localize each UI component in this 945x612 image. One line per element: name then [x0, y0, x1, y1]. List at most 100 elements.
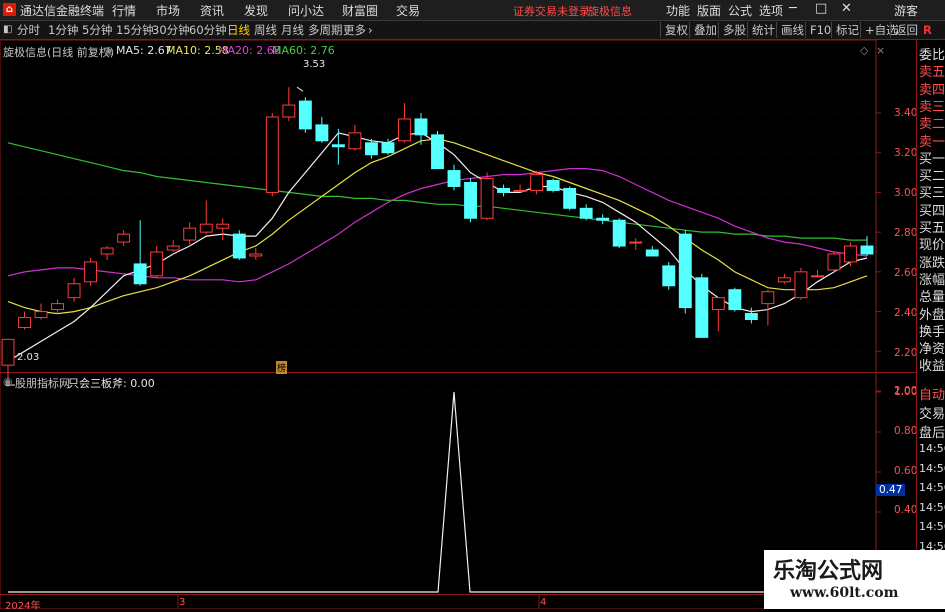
period-multi[interactable]: 多周期 — [308, 22, 343, 38]
maximize-icon[interactable]: □ — [815, 1, 827, 16]
quote-field-label: 换手 — [919, 324, 945, 340]
candle-body-up — [117, 233, 131, 243]
btn-duogu[interactable]: 多股 — [718, 22, 746, 38]
candle-body-up — [827, 253, 841, 271]
period-daily[interactable]: 日线 — [227, 22, 250, 38]
login-notice[interactable]: 证券交易未登录 — [513, 3, 590, 19]
menu-faxian[interactable]: 发现 — [244, 2, 268, 19]
candle-body-down — [596, 217, 610, 221]
period-60min[interactable]: 60分钟 — [189, 22, 227, 38]
candle-body-up — [794, 271, 808, 299]
diamond-icon[interactable]: ◇ — [860, 44, 868, 57]
quote-field-label: 卖二 — [919, 117, 945, 133]
sub-legend-toggle-icon[interactable]: ◉ — [3, 375, 13, 388]
sub-current-value: 0.47 — [876, 484, 906, 496]
trade-field-label[interactable]: 盘后 — [919, 422, 945, 441]
candle-body-up — [810, 275, 824, 278]
btn-fuquan[interactable]: 复权 — [660, 22, 688, 38]
candle-body-down — [579, 207, 593, 219]
menu-hangqing[interactable]: 行情 — [112, 2, 136, 19]
menu-caifuquan[interactable]: 财富圈 — [342, 2, 378, 19]
trade-field-label[interactable]: 自动 — [919, 384, 945, 403]
quote-field-label: 卖四 — [919, 82, 945, 98]
period-weekly[interactable]: 周线 — [254, 22, 277, 38]
candle-body-down — [678, 233, 692, 309]
menu-shichang[interactable]: 市场 — [156, 2, 180, 19]
candle-body-up — [67, 283, 81, 299]
trade-field-label[interactable]: 交易 — [919, 403, 945, 422]
x-label-month: 4 — [540, 597, 547, 608]
period-15min[interactable]: 15分钟 — [116, 22, 154, 38]
candle-body-up — [34, 311, 48, 319]
quote-field-label: 卖三 — [919, 99, 945, 115]
candle-body-down — [315, 124, 329, 142]
y-tick-label: 3.00 — [894, 187, 918, 199]
period-30min[interactable]: 30分钟 — [152, 22, 190, 38]
sub-chart-indicator: 只会三板斧: 0.00 — [68, 377, 155, 390]
candle-body-up — [51, 303, 65, 311]
title-bar — [0, 0, 945, 21]
guest-label[interactable]: 游客 — [894, 2, 918, 19]
quote-field-label: 买四 — [919, 203, 945, 219]
candle-body-up — [761, 291, 775, 305]
candle-body-up — [1, 338, 15, 366]
candle-body-up — [265, 116, 279, 193]
app-name: 通达信金融终端 — [20, 4, 105, 18]
quote-field-label: 涨跌 — [919, 255, 945, 271]
candle-body-down — [133, 263, 147, 285]
candle-body-down — [695, 277, 709, 338]
y-tick-label: 3.20 — [894, 147, 918, 159]
menu-gongshi[interactable]: 公式 — [728, 2, 752, 19]
quote-field-label: 净资 — [919, 342, 945, 358]
sub-chart-title: 股朋指标网 — [15, 377, 70, 390]
y-tick-label: 2.20 — [894, 347, 918, 359]
tick-time: 14:56 — [919, 442, 945, 455]
btn-back[interactable]: 返回 — [890, 22, 918, 38]
chart-canvas[interactable] — [0, 40, 916, 609]
layout-toggle-icon[interactable]: ◧ — [3, 22, 12, 38]
minimize-icon[interactable]: ─ — [789, 1, 797, 16]
legend-toggle-icon[interactable]: ◉ — [104, 44, 114, 57]
legend-ma5: MA5: 2.67 — [116, 44, 172, 57]
period-fenshi[interactable]: 分时 — [17, 22, 40, 38]
candle-body-down — [546, 180, 560, 191]
btn-f10[interactable]: F10 — [805, 22, 831, 38]
period-more[interactable]: 更多 — [343, 22, 366, 38]
candle-body-up — [100, 247, 114, 255]
menu-wenxiaoda[interactable]: 问小达 — [288, 2, 324, 19]
low-marker: 2.03 — [17, 352, 40, 363]
candle-body-up — [530, 174, 544, 191]
period-5min[interactable]: 5分钟 — [82, 22, 112, 38]
chevron-right-icon[interactable]: › — [368, 22, 373, 38]
main-chart-title: 旋极信息(日线 前复权) — [3, 46, 115, 59]
menu-banmian[interactable]: 版面 — [697, 2, 721, 19]
candle-body-down — [497, 187, 511, 193]
menu-xuanxiang[interactable]: 选项 — [759, 2, 783, 19]
candle-body-down — [645, 249, 659, 257]
period-monthly[interactable]: 月线 — [281, 22, 304, 38]
candle-body-down — [728, 289, 742, 311]
candle-body-up — [150, 251, 164, 277]
candle-body-up — [216, 223, 230, 229]
app-logo-icon: ⌂ — [3, 3, 16, 16]
r-indicator-icon[interactable]: R — [923, 22, 932, 38]
candle-body-up — [629, 241, 643, 244]
btn-huaxian[interactable]: 画线 — [776, 22, 804, 38]
btn-diejia[interactable]: 叠加 — [689, 22, 717, 38]
close-icon[interactable]: ✕ — [841, 1, 852, 16]
close-panel-icon[interactable]: × — [876, 44, 885, 57]
candle-body-down — [662, 265, 676, 287]
event-marker-badge[interactable]: 榜 — [276, 361, 288, 374]
menu-jiaoyi[interactable]: 交易 — [396, 2, 420, 19]
candle-body-up — [777, 277, 791, 283]
candle-body-up — [282, 104, 296, 118]
menu-gongneng[interactable]: 功能 — [666, 2, 690, 19]
menu-zixun[interactable]: 资讯 — [200, 2, 224, 19]
y-tick-label: 2.80 — [894, 227, 918, 239]
btn-biaoji[interactable]: 标记 — [831, 22, 859, 38]
tick-time: 14:56 — [919, 520, 945, 533]
btn-tongji[interactable]: 统计 — [747, 22, 775, 38]
period-1min[interactable]: 1分钟 — [48, 22, 78, 38]
candle-body-down — [860, 245, 874, 255]
candle-body-down — [331, 144, 345, 148]
